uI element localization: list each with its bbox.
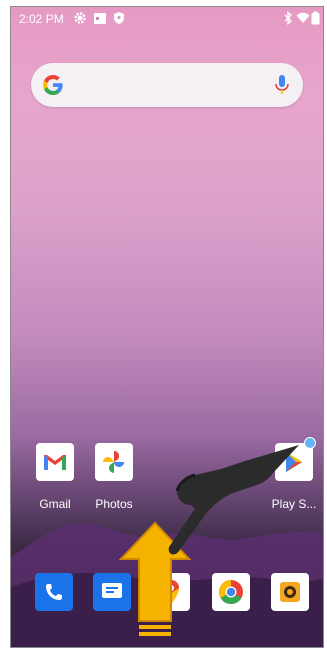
app-photos[interactable]: Photos: [84, 443, 144, 511]
phone-icon[interactable]: [35, 573, 73, 611]
gear-icon: [74, 12, 86, 24]
app-gmail[interactable]: Gmail: [25, 443, 85, 511]
google-search-bar[interactable]: [31, 63, 303, 107]
mic-icon[interactable]: [273, 73, 291, 97]
chrome-icon[interactable]: [212, 573, 250, 611]
phone-screen: 2:02 PM Gmail Photos Play S...: [10, 6, 324, 648]
wifi-icon: [296, 12, 310, 23]
status-time: 2:02 PM: [19, 12, 64, 26]
bluetooth-icon: [284, 11, 293, 25]
photos-icon: [95, 443, 133, 481]
battery-icon: [311, 11, 320, 25]
gmail-icon: [36, 443, 74, 481]
app-label: Photos: [95, 497, 133, 511]
shield-icon: [114, 12, 124, 24]
calendar-icon: [94, 13, 106, 24]
google-g-icon: [43, 75, 63, 95]
notification-dot: [304, 437, 316, 449]
app-label: Gmail: [39, 497, 71, 511]
pointing-hand: [168, 445, 299, 555]
status-bar: 2:02 PM: [11, 7, 323, 31]
camera-icon[interactable]: [271, 573, 309, 611]
